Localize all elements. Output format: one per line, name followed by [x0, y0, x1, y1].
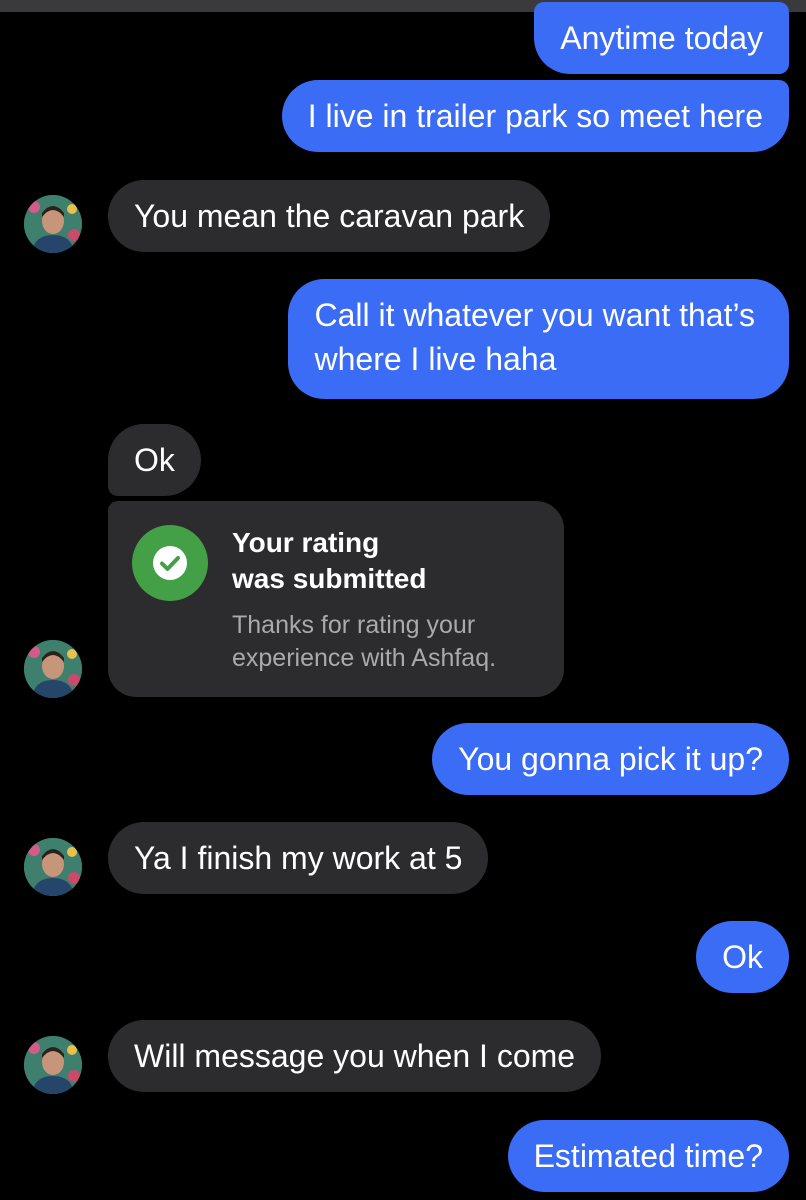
avatar-photo-icon [24, 838, 82, 896]
contact-avatar[interactable] [24, 838, 82, 896]
rating-card-subtitle: Thanks for rating your experience with A… [232, 611, 497, 672]
contact-avatar[interactable] [24, 640, 82, 698]
check-circle-icon [132, 525, 208, 601]
message-bubble-outgoing[interactable]: I live in trailer park so meet here [281, 80, 789, 152]
avatar-photo-icon [24, 640, 82, 698]
message-bubble-incoming[interactable]: You mean the caravan park [108, 180, 551, 252]
avatar-photo-icon [24, 1036, 82, 1094]
message-bubble-outgoing[interactable]: Anytime today [534, 2, 789, 74]
message-bubble-outgoing[interactable]: Estimated time? [507, 1120, 789, 1192]
contact-avatar[interactable] [24, 1036, 82, 1094]
message-bubble-incoming[interactable]: Ya I finish my work at 5 [108, 822, 489, 894]
message-bubble-outgoing[interactable]: You gonna pick it up? [432, 723, 789, 795]
message-bubble-incoming[interactable]: Ok [108, 424, 201, 496]
rating-submitted-card[interactable]: Your rating was submitted Thanks for rat… [108, 501, 564, 697]
avatar-photo-icon [24, 195, 82, 253]
message-bubble-incoming[interactable]: Will message you when I come [108, 1020, 602, 1092]
message-bubble-outgoing[interactable]: Ok [696, 921, 789, 993]
contact-avatar[interactable] [24, 195, 82, 253]
message-bubble-outgoing[interactable]: Call it whatever you want that’s where I… [288, 279, 789, 399]
rating-card-title: Your rating was submitted [232, 527, 427, 594]
